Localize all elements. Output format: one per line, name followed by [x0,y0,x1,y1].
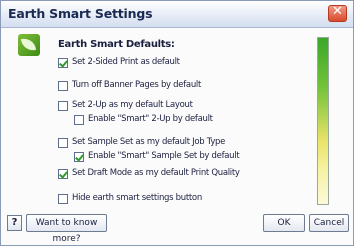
checkbox-banner-pages[interactable] [58,81,68,91]
checkbox-smart-sample-set[interactable] [74,152,84,162]
checkbox-hide-button[interactable] [58,194,68,204]
help-button[interactable]: ? [7,215,22,231]
option-label: Enable "Smart" 2-Up by default [88,114,213,124]
want-to-know-more-button[interactable]: Want to know more? [26,214,107,244]
cancel-button[interactable]: Cancel [309,214,349,232]
option-label: Turn off Banner Pages by default [72,80,201,90]
earth-smart-logo-icon [18,34,40,56]
close-icon: ✕ [332,4,343,19]
checkbox-draft-mode[interactable] [58,169,68,179]
section-heading: Earth Smart Defaults: [58,39,175,50]
option-label: Set 2-Sided Print as default [72,57,180,67]
checkbox-2-up-layout[interactable] [58,101,68,111]
option-label: Set Draft Mode as my default Print Quali… [72,168,240,178]
option-label: Hide earth smart settings button [72,193,202,203]
option-label: Set 2-Up as my default Layout [72,100,193,110]
earth-smart-settings-dialog: Earth Smart Settings ✕ Earth Smart Defau… [0,0,354,246]
leaf-icon [20,36,37,53]
checkbox-sample-set[interactable] [58,138,68,148]
option-label: Set Sample Set as my default Job Type [72,137,226,147]
close-button[interactable]: ✕ [328,4,347,22]
earth-smart-meter [317,37,329,205]
title-bar: Earth Smart Settings ✕ [1,1,353,28]
dialog-title: Earth Smart Settings [8,6,153,21]
option-label: Enable "Smart" Sample Set by default [88,151,240,161]
checkbox-2-sided[interactable] [58,58,68,68]
checkbox-smart-2-up[interactable] [74,115,84,125]
ok-button[interactable]: OK [263,214,305,232]
